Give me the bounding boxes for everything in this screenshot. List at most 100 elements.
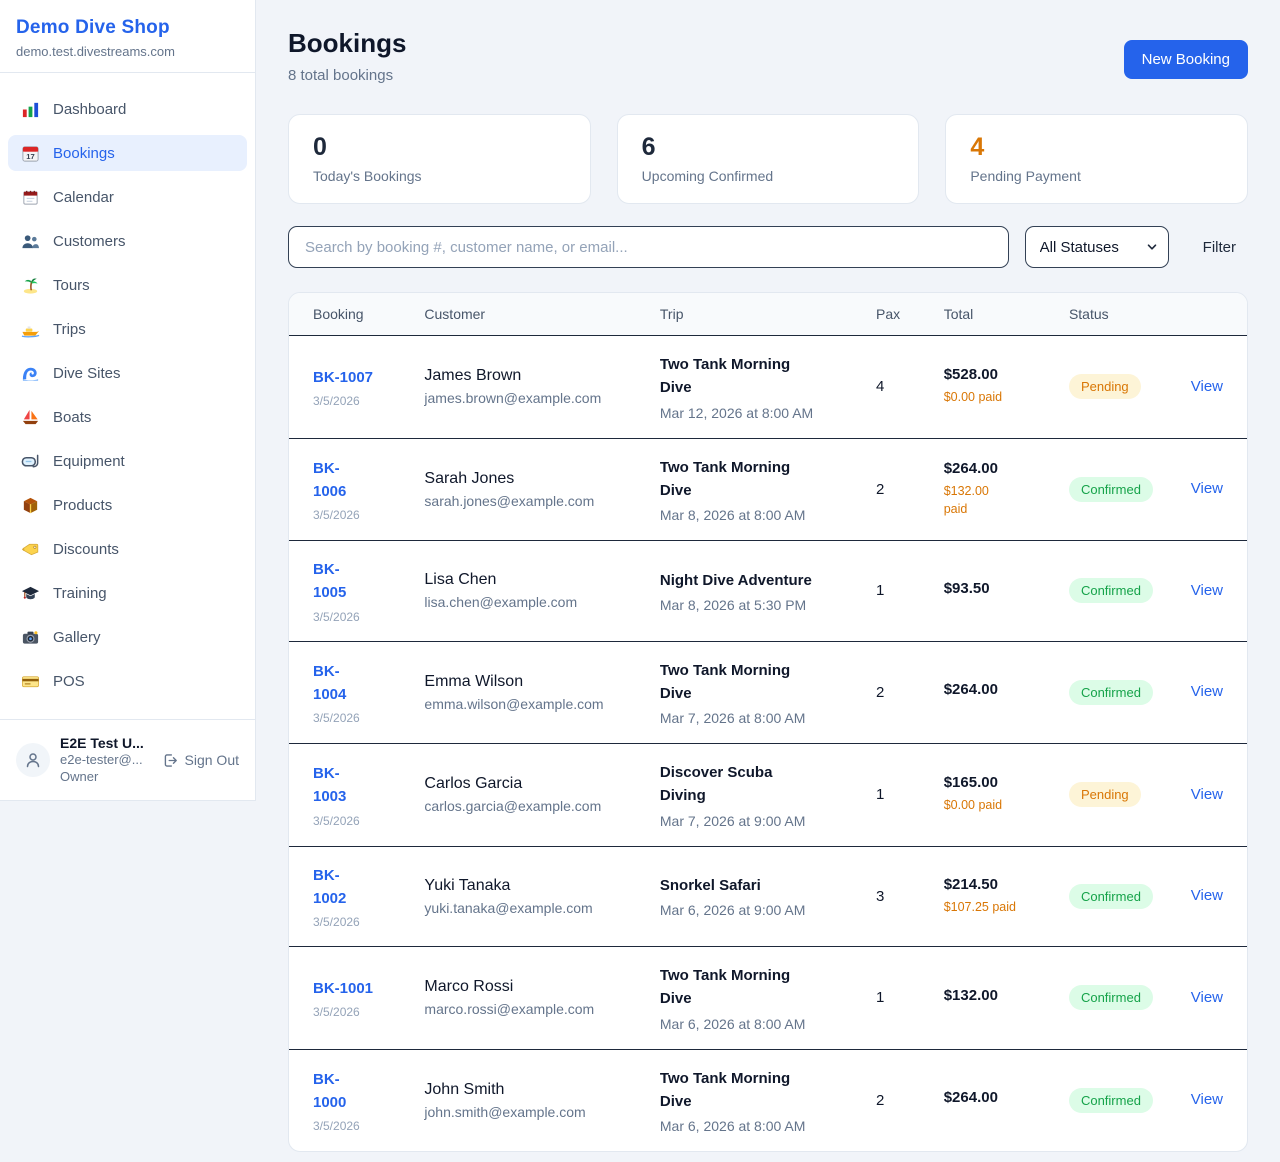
trip-datetime: Mar 8, 2026 at 5:30 PM (660, 597, 852, 613)
status-badge: Pending (1069, 782, 1141, 807)
col-header-customer: Customer (412, 293, 647, 336)
svg-text:17: 17 (26, 152, 34, 161)
sidebar-item-label: Discounts (53, 541, 119, 558)
booking-number-link[interactable]: BK- 1000 (313, 1068, 346, 1115)
booking-date: 3/5/2026 (313, 711, 400, 725)
stats-row: 0 Today's Bookings 6 Upcoming Confirmed … (288, 114, 1248, 204)
booking-number-link[interactable]: BK-1001 (313, 977, 373, 1000)
sidebar-item-discounts[interactable]: Discounts (8, 531, 247, 567)
sidebar-item-label: Boats (53, 409, 91, 426)
sidebar-item-label: Equipment (53, 453, 125, 470)
status-filter-wrap: All Statuses (1025, 226, 1169, 268)
status-badge: Confirmed (1069, 477, 1153, 502)
pax-count: 1 (864, 541, 932, 642)
stat-value: 0 (313, 133, 566, 162)
search-input[interactable] (288, 226, 1009, 268)
booking-date: 3/5/2026 (313, 1005, 400, 1019)
page-title: Bookings (288, 28, 406, 59)
filter-button[interactable]: Filter (1191, 231, 1248, 264)
trip-name: Discover Scuba Diving (660, 761, 852, 808)
sidebar-item-label: Trips (53, 321, 86, 338)
shop-domain: demo.test.divestreams.com (16, 44, 239, 59)
sign-out-button[interactable]: Sign Out (162, 752, 239, 769)
island-icon (21, 276, 40, 295)
total-amount: $132.00 (944, 987, 1045, 1004)
stat-card-todays-bookings: 0 Today's Bookings (288, 114, 591, 204)
col-header-status: Status (1057, 293, 1179, 336)
view-link[interactable]: View (1191, 582, 1223, 599)
customer-name: Yuki Tanaka (424, 877, 635, 895)
view-link[interactable]: View (1191, 1091, 1223, 1108)
sidebar-nav: Dashboard 17 Bookings Calendar Customers… (0, 73, 255, 715)
stat-value: 6 (642, 133, 895, 162)
view-link[interactable]: View (1191, 989, 1223, 1006)
stat-card-pending-payment: 4 Pending Payment (945, 114, 1248, 204)
customer-name: John Smith (424, 1081, 635, 1099)
total-amount: $264.00 (944, 681, 1045, 698)
stat-label: Today's Bookings (313, 168, 566, 184)
controls-row: All Statuses Filter (288, 226, 1248, 268)
total-amount: $264.00 (944, 1089, 1045, 1106)
booking-number-link[interactable]: BK- 1006 (313, 457, 346, 504)
trip-datetime: Mar 7, 2026 at 9:00 AM (660, 813, 852, 829)
main-content: Bookings 8 total bookings New Booking 0 … (256, 0, 1280, 1152)
status-badge: Pending (1069, 374, 1141, 399)
booking-number-link[interactable]: BK- 1005 (313, 558, 346, 605)
sidebar-item-dive-sites[interactable]: Dive Sites (8, 355, 247, 391)
view-link[interactable]: View (1191, 786, 1223, 803)
trip-datetime: Mar 6, 2026 at 8:00 AM (660, 1016, 852, 1032)
stat-card-upcoming-confirmed: 6 Upcoming Confirmed (617, 114, 920, 204)
user-name: E2E Test U... (60, 734, 152, 752)
status-filter-select[interactable]: All Statuses (1025, 226, 1169, 268)
package-icon (21, 496, 40, 515)
sidebar-item-equipment[interactable]: Equipment (8, 443, 247, 479)
customer-email: carlos.garcia@example.com (424, 798, 635, 814)
pax-count: 2 (864, 641, 932, 744)
view-link[interactable]: View (1191, 887, 1223, 904)
booking-number-link[interactable]: BK-1007 (313, 366, 373, 389)
bookings-table-card: Booking Customer Trip Pax Total Status B… (288, 292, 1248, 1152)
sidebar-item-calendar[interactable]: Calendar (8, 179, 247, 215)
view-link[interactable]: View (1191, 378, 1223, 395)
sidebar-item-training[interactable]: Training (8, 575, 247, 611)
booking-number-link[interactable]: BK- 1004 (313, 660, 346, 707)
customer-email: james.brown@example.com (424, 390, 635, 406)
total-amount: $165.00 (944, 774, 1045, 791)
status-badge: Confirmed (1069, 1088, 1153, 1113)
total-amount: $214.50 (944, 876, 1045, 893)
avatar (16, 743, 50, 777)
col-header-total: Total (932, 293, 1057, 336)
trip-datetime: Mar 8, 2026 at 8:00 AM (660, 507, 852, 523)
sidebar-item-boats[interactable]: Boats (8, 399, 247, 435)
spiral-calendar-icon (21, 188, 40, 207)
view-link[interactable]: View (1191, 683, 1223, 700)
sidebar-item-gallery[interactable]: Gallery (8, 619, 247, 655)
user-email: e2e-tester@... (60, 752, 152, 769)
trip-name: Two Tank Morning Dive (660, 456, 852, 503)
table-row: BK- 10023/5/2026 Yuki Tanakayuki.tanaka@… (289, 846, 1247, 947)
person-icon (23, 750, 43, 770)
sidebar-item-label: Dive Sites (53, 365, 121, 382)
pax-count: 3 (864, 846, 932, 947)
sidebar-item-products[interactable]: Products (8, 487, 247, 523)
sidebar-item-customers[interactable]: Customers (8, 223, 247, 259)
sidebar-item-pos[interactable]: POS (8, 663, 247, 699)
table-row: BK- 10063/5/2026 Sarah Jonessarah.jones@… (289, 438, 1247, 541)
sidebar-item-tours[interactable]: Tours (8, 267, 247, 303)
booking-number-link[interactable]: BK- 1003 (313, 762, 346, 809)
sidebar-item-dashboard[interactable]: Dashboard (8, 91, 247, 127)
booking-date: 3/5/2026 (313, 610, 400, 624)
view-link[interactable]: View (1191, 480, 1223, 497)
booking-number-link[interactable]: BK- 1002 (313, 864, 346, 911)
new-booking-button[interactable]: New Booking (1124, 40, 1248, 79)
sidebar-item-bookings[interactable]: 17 Bookings (8, 135, 247, 171)
customer-name: Marco Rossi (424, 978, 635, 996)
page-header: Bookings 8 total bookings New Booking (288, 28, 1248, 84)
trip-name: Two Tank Morning Dive (660, 1067, 852, 1114)
sidebar-item-trips[interactable]: Trips (8, 311, 247, 347)
pax-count: 1 (864, 744, 932, 847)
trip-name: Night Dive Adventure (660, 569, 852, 592)
trip-datetime: Mar 12, 2026 at 8:00 AM (660, 405, 852, 421)
booking-date: 3/5/2026 (313, 394, 400, 408)
trip-datetime: Mar 6, 2026 at 9:00 AM (660, 902, 852, 918)
